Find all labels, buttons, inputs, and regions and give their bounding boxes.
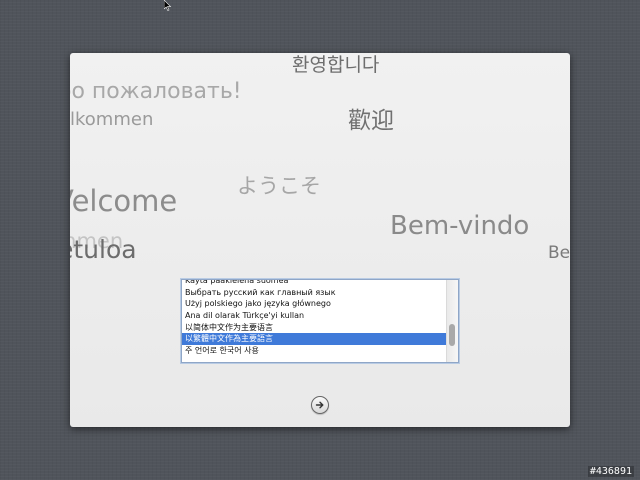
welcome-word-portuguese: Bem-vindo	[390, 211, 530, 241]
language-list-items: Käytä pääkieienä suomea Выбрать русский к…	[182, 280, 446, 357]
welcome-word-english: Velcome	[70, 184, 178, 218]
continue-button[interactable]	[311, 396, 329, 414]
arrow-right-icon	[315, 401, 324, 409]
welcome-word-finnish: etuloa	[70, 235, 137, 264]
welcome-word-korean: 환영합니다	[292, 54, 380, 76]
welcome-word-chinese: 歡迎	[348, 108, 394, 134]
language-list-item[interactable]: 以简体中文作为主要语言	[182, 322, 446, 334]
scrollbar-thumb[interactable]	[449, 324, 455, 346]
welcome-word-japanese: ようこそ	[237, 174, 321, 198]
welcome-word-portuguese-partial: Be	[548, 243, 570, 263]
welcome-word-russian: оо пожаловать!	[70, 79, 242, 104]
mouse-cursor-icon	[164, 0, 172, 11]
language-list-item[interactable]: Użyj polskiego jako języka głównego	[182, 298, 446, 310]
welcome-word-german: llkommen	[70, 109, 154, 130]
language-list-item[interactable]: 주 언어로 한국어 사용	[182, 345, 446, 357]
language-list-item[interactable]: Käytä pääkieienä suomea	[182, 280, 446, 287]
language-list-scrollbar[interactable]	[446, 280, 458, 362]
language-list-item[interactable]: Ana dil olarak Türkçe'yi kullan	[182, 310, 446, 322]
language-list-item[interactable]: 以繁體中文作為主要語言	[182, 333, 446, 346]
language-list[interactable]: Käytä pääkieienä suomea Выбрать русский к…	[181, 279, 459, 363]
welcome-panel: 환영합니다 оо пожаловать! llkommen 歡迎 ようこそ Ve…	[70, 53, 570, 427]
image-id-watermark: #436891	[587, 466, 634, 477]
language-list-item[interactable]: Выбрать русский как главный язык	[182, 287, 446, 299]
